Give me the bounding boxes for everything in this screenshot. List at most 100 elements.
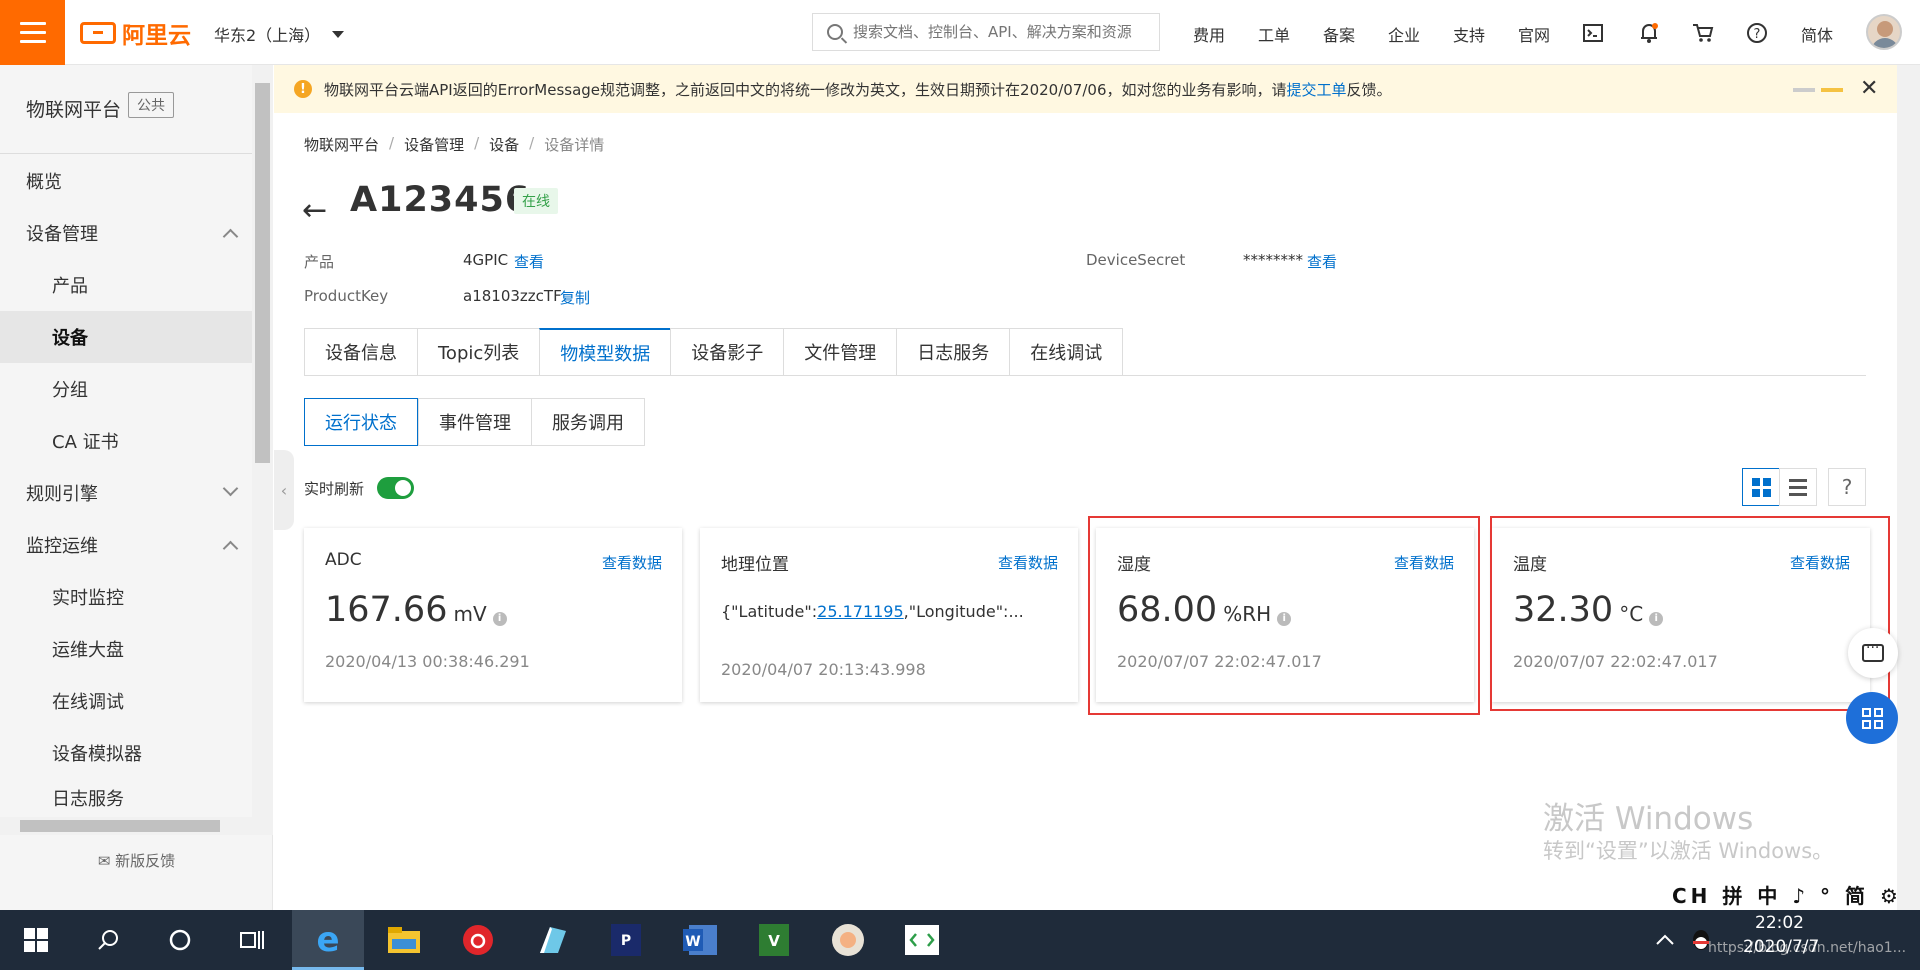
feedback-link[interactable]: ✉ 新版反馈: [0, 850, 273, 871]
tab-running-status[interactable]: 运行状态: [304, 398, 418, 446]
nav-official[interactable]: 官网: [1518, 22, 1550, 46]
file-explorer-icon[interactable]: [368, 910, 440, 970]
region-selector[interactable]: 华东2（上海）: [214, 22, 345, 46]
view-product-link[interactable]: 查看: [514, 251, 544, 272]
word-icon[interactable]: W: [664, 910, 736, 970]
tab-file-management[interactable]: 文件管理: [783, 328, 897, 376]
chevron-down-icon: [222, 480, 239, 497]
cart-icon[interactable]: [1690, 20, 1716, 46]
main-scrollbar[interactable]: [1897, 65, 1920, 910]
chat-button[interactable]: [1848, 628, 1898, 678]
info-icon[interactable]: i: [492, 612, 507, 626]
sidebar-scrollbar[interactable]: [252, 65, 273, 835]
app-icon[interactable]: P: [590, 910, 662, 970]
grid-icon: [1751, 477, 1771, 497]
nav-enterprise[interactable]: 企业: [1388, 22, 1420, 46]
sidebar-item-overview[interactable]: 概览: [0, 155, 252, 207]
devicesecret-label: DeviceSecret: [1086, 251, 1186, 269]
code-editor-icon[interactable]: [886, 910, 958, 970]
card-timestamp: 2020/04/07 20:13:43.998: [721, 660, 926, 679]
help-button[interactable]: ?: [1828, 468, 1866, 506]
sub-tabs: 运行状态 事件管理 服务调用: [304, 398, 645, 446]
app-icon[interactable]: [516, 910, 588, 970]
product-label: 产品: [304, 253, 335, 271]
tab-event-management[interactable]: 事件管理: [418, 398, 531, 446]
avatar[interactable]: [1866, 14, 1902, 50]
view-data-link[interactable]: 查看数据: [602, 552, 662, 573]
breadcrumb-device[interactable]: 设备: [489, 134, 519, 155]
clock-time[interactable]: 22:02: [1755, 913, 1804, 933]
nav-fee[interactable]: 费用: [1193, 22, 1225, 46]
tab-online-debug[interactable]: 在线调试: [1009, 328, 1124, 376]
apps-button[interactable]: [1846, 692, 1898, 744]
view-data-link[interactable]: 查看数据: [998, 552, 1058, 573]
sidebar-item-device[interactable]: 设备: [0, 311, 252, 363]
card-title: 地理位置: [721, 555, 789, 575]
sidebar-item-ops-dashboard[interactable]: 运维大盘: [0, 623, 252, 675]
tab-device-shadow[interactable]: 设备影子: [670, 328, 784, 376]
list-view-button[interactable]: [1779, 468, 1817, 506]
sidebar-hscrollbar[interactable]: [0, 817, 252, 835]
bell-icon[interactable]: [1636, 20, 1662, 46]
sidebar-item-monitoring[interactable]: 监控运维: [0, 519, 252, 571]
edge-browser-icon[interactable]: e: [292, 910, 364, 970]
sidebar-item-device-management[interactable]: 设备管理: [0, 207, 252, 259]
sidebar-item-device-simulator[interactable]: 设备模拟器: [0, 727, 252, 779]
search-input[interactable]: [853, 23, 1143, 41]
search-icon[interactable]: [72, 910, 144, 970]
scrollbar-thumb[interactable]: [255, 83, 270, 463]
tab-thing-model-data[interactable]: 物模型数据: [539, 328, 671, 376]
back-arrow-icon[interactable]: ←: [302, 193, 327, 228]
search-box[interactable]: [812, 13, 1160, 51]
close-icon[interactable]: ✕: [1860, 76, 1878, 101]
warning-icon: !: [294, 80, 312, 98]
app-icon[interactable]: V: [738, 910, 810, 970]
clock-date[interactable]: 2020/7/7: [1743, 937, 1819, 957]
language-switch[interactable]: 简体: [1801, 22, 1833, 46]
aliyun-logo[interactable]: 阿里云: [80, 18, 191, 49]
task-view-icon[interactable]: [216, 910, 288, 970]
tab-device-info[interactable]: 设备信息: [304, 328, 417, 376]
windows-start-icon[interactable]: [0, 910, 72, 970]
sidebar-item-rule-engine[interactable]: 规则引擎: [0, 467, 252, 519]
sidebar-item-online-debug[interactable]: 在线调试: [0, 675, 252, 727]
tab-log-service[interactable]: 日志服务: [896, 328, 1010, 376]
cortana-icon[interactable]: [144, 910, 216, 970]
breadcrumb-device-mgmt[interactable]: 设备管理: [404, 134, 464, 155]
realtime-refresh-toggle[interactable]: [377, 477, 414, 499]
view-secret-link[interactable]: 查看: [1307, 251, 1337, 272]
grid-view-button[interactable]: [1742, 468, 1780, 506]
scrollbar-thumb[interactable]: [20, 820, 220, 832]
nav-ticket[interactable]: 工单: [1258, 22, 1290, 46]
top-bar: 阿里云 华东2（上海） 费用 工单 备案 企业 支持 官网 ? 简体: [0, 0, 1920, 65]
tab-topic-list[interactable]: Topic列表: [417, 328, 540, 376]
copy-productkey-link[interactable]: 复制: [560, 287, 590, 308]
collapse-sidebar-button[interactable]: ‹: [274, 450, 294, 530]
notice-pager[interactable]: [1793, 88, 1843, 92]
card-title: ADC: [325, 550, 362, 570]
sidebar-item-log-service[interactable]: 日志服务: [0, 779, 252, 817]
help-icon[interactable]: ?: [1744, 20, 1770, 46]
terminal-icon[interactable]: [1580, 20, 1606, 46]
menu-icon[interactable]: [0, 0, 65, 65]
device-tabs: 设备信息 Topic列表 物模型数据 设备影子 文件管理 日志服务 在线调试: [304, 328, 1124, 376]
sidebar-item-product[interactable]: 产品: [0, 259, 252, 311]
sidebar-item-ca-cert[interactable]: CA 证书: [0, 415, 252, 467]
sidebar-item-realtime-monitor[interactable]: 实时监控: [0, 571, 252, 623]
productkey-label: ProductKey: [304, 287, 389, 305]
highlight-box-temperature: [1490, 516, 1890, 711]
chevron-up-icon[interactable]: [1645, 910, 1685, 970]
notice-suffix: 反馈。: [1346, 80, 1392, 99]
latitude-link[interactable]: 25.171195: [817, 602, 904, 621]
breadcrumb-iot[interactable]: 物联网平台: [304, 134, 379, 155]
netease-music-icon[interactable]: [442, 910, 514, 970]
notice-text: 物联网平台云端API返回的ErrorMessage规范调整，之前返回中文的将统一…: [324, 80, 1287, 99]
svg-text:e: e: [316, 923, 339, 957]
tab-service-call[interactable]: 服务调用: [531, 398, 645, 446]
app-icon[interactable]: [812, 910, 884, 970]
chevron-up-icon: [222, 228, 239, 245]
submit-ticket-link[interactable]: 提交工单: [1287, 79, 1347, 100]
sidebar-item-group[interactable]: 分组: [0, 363, 252, 415]
nav-support[interactable]: 支持: [1453, 22, 1485, 46]
nav-icp[interactable]: 备案: [1323, 22, 1355, 46]
